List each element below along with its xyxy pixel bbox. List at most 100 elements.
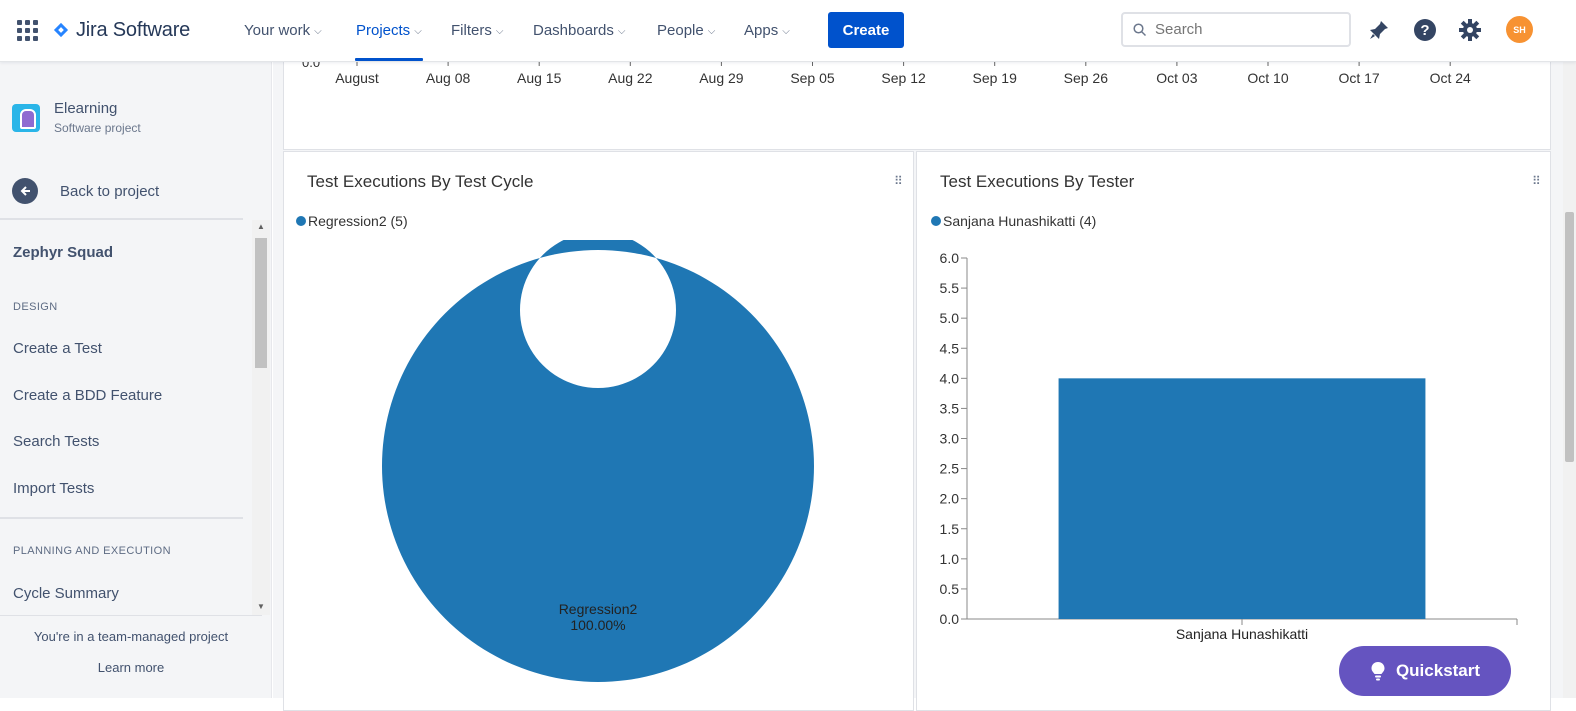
page-scrollbar[interactable] xyxy=(1563,62,1576,698)
x-tick-label: Sanjana Hunashikatti xyxy=(1176,626,1308,642)
app-switcher-icon[interactable] xyxy=(17,20,39,42)
nav-filters[interactable]: Filters ⌵ xyxy=(451,18,503,42)
top-navigation: Jira Software Your work ⌵ Projects ⌵ Filte… xyxy=(0,0,1576,62)
settings-gear-icon[interactable] xyxy=(1457,17,1483,43)
sidebar-scrollbar[interactable]: ▲ ▼ xyxy=(252,220,270,615)
dashboard-area: 0.0 August Aug 08 Aug 15 Aug 22 Aug 29 Sep 05 S… xyxy=(273,55,1576,711)
scroll-down-arrow-icon[interactable]: ▼ xyxy=(257,602,265,611)
quickstart-label: Quickstart xyxy=(1395,661,1481,680)
y-tick-label-clipped: 0.0 xyxy=(302,61,320,70)
back-to-project-link[interactable]: Back to project xyxy=(12,178,159,204)
project-avatar-icon xyxy=(12,104,40,132)
cycle-summary-link[interactable]: Cycle Summary xyxy=(13,585,119,602)
nav-dashboards[interactable]: Dashboards ⌵ xyxy=(533,18,625,42)
x-tick-label: Aug 15 xyxy=(517,70,562,86)
y-tick-label: 5.0 xyxy=(940,310,960,326)
section-planning-heading: PLANNING AND EXECUTION xyxy=(13,545,171,557)
page-scroll-thumb[interactable] xyxy=(1565,212,1574,462)
y-tick-label: 2.0 xyxy=(940,491,960,507)
create-button[interactable]: Create xyxy=(828,12,904,48)
y-tick-label: 0.5 xyxy=(940,581,960,597)
project-sidebar: Elearning Software project Back to proje… xyxy=(0,62,272,698)
drag-handle-icon[interactable]: ⠿ xyxy=(894,174,903,188)
user-avatar[interactable]: SH xyxy=(1506,16,1533,43)
search-input[interactable] xyxy=(1155,21,1335,38)
logo-text: Jira Software xyxy=(76,18,191,41)
search-box[interactable] xyxy=(1121,12,1351,47)
sidebar-divider xyxy=(0,517,243,519)
bar-0 xyxy=(1058,378,1426,619)
donut-chart: Regression2100.00% xyxy=(382,240,814,682)
zephyr-squad-heading: Zephyr Squad xyxy=(13,244,114,261)
y-tick-label: 5.5 xyxy=(940,280,960,296)
search-tests-link[interactable]: Search Tests xyxy=(13,433,99,450)
notifications-icon[interactable] xyxy=(1366,17,1392,43)
sidebar-footer-divider xyxy=(0,615,262,616)
sidebar-divider xyxy=(0,218,243,220)
slice-percent-label: 100.00% xyxy=(570,617,625,633)
executions-by-cycle-gadget: Test Executions By Test Cycle ⠿ Regressi… xyxy=(283,151,914,711)
timeline-axis: 0.0 August Aug 08 Aug 15 Aug 22 Aug 29 Sep 05 S… xyxy=(302,55,1514,86)
nav-people[interactable]: People ⌵ xyxy=(657,18,715,42)
chevron-down-icon: ⌵ xyxy=(414,25,422,37)
help-icon[interactable]: ? xyxy=(1412,17,1438,43)
nav-apps[interactable]: Apps ⌵ xyxy=(744,18,790,42)
x-tick-label: Oct 03 xyxy=(1156,70,1197,86)
legend-swatch xyxy=(296,216,306,226)
legend-label: Regression2 (5) xyxy=(308,213,408,229)
x-tick-label: Sep 26 xyxy=(1064,70,1109,86)
x-tick-label: Sep 05 xyxy=(790,70,835,86)
x-tick-label: Sep 12 xyxy=(881,70,926,86)
jira-diamond-icon xyxy=(53,22,69,38)
project-type: Software project xyxy=(54,121,141,135)
gadget-title: Test Executions By Test Cycle xyxy=(307,172,534,191)
chart-legend[interactable]: Sanjana Hunashikatti (4) xyxy=(931,213,1096,229)
chevron-down-icon: ⌵ xyxy=(314,25,322,37)
nav-filters-label: Filters xyxy=(451,21,492,39)
chart-legend[interactable]: Regression2 (5) xyxy=(296,213,408,229)
y-tick-label: 4.0 xyxy=(940,370,960,386)
drag-handle-icon[interactable]: ⠿ xyxy=(1532,174,1541,188)
scroll-up-arrow-icon[interactable]: ▲ xyxy=(257,222,265,231)
y-tick-label: 6.0 xyxy=(940,250,960,266)
y-tick-label: 3.5 xyxy=(940,400,960,416)
chevron-down-icon: ⌵ xyxy=(617,25,626,37)
y-tick-label: 3.0 xyxy=(940,431,960,447)
project-header[interactable]: Elearning Software project xyxy=(12,100,141,135)
y-tick-label: 0.0 xyxy=(940,611,960,627)
learn-more-link[interactable]: Learn more xyxy=(0,660,262,675)
nav-projects[interactable]: Projects ⌵ xyxy=(355,18,423,61)
x-tick-label: Sep 19 xyxy=(973,70,1018,86)
svg-text:?: ? xyxy=(1420,22,1429,39)
chevron-down-icon: ⌵ xyxy=(495,25,504,37)
x-tick-label: Aug 22 xyxy=(608,70,653,86)
timeline-gadget: 0.0 August Aug 08 Aug 15 Aug 22 Aug 29 Sep 05 S… xyxy=(283,55,1551,150)
y-tick-label: 1.0 xyxy=(940,551,960,567)
slice-label: Regression2 xyxy=(559,601,638,617)
create-test-link[interactable]: Create a Test xyxy=(13,340,102,357)
search-icon xyxy=(1133,22,1147,36)
chevron-down-icon: ⌵ xyxy=(707,25,716,37)
create-bdd-feature-link[interactable]: Create a BDD Feature xyxy=(13,387,162,404)
import-tests-link[interactable]: Import Tests xyxy=(13,480,94,497)
nav-your-work[interactable]: Your work ⌵ xyxy=(244,18,322,42)
jira-logo[interactable]: Jira Software xyxy=(52,17,190,43)
sidebar-scroll-thumb[interactable] xyxy=(255,238,267,368)
nav-apps-label: Apps xyxy=(744,21,779,39)
gadget-title: Test Executions By Tester xyxy=(940,172,1135,191)
section-design-heading: DESIGN xyxy=(13,301,58,313)
nav-projects-label: Projects xyxy=(356,21,411,39)
quickstart-button[interactable]: Quickstart xyxy=(1339,646,1511,696)
x-tick-label: Oct 24 xyxy=(1430,70,1471,86)
project-name: Elearning xyxy=(54,100,118,117)
legend-swatch xyxy=(931,216,941,226)
team-managed-notice: You're in a team-managed project xyxy=(33,629,229,644)
back-to-project-label: Back to project xyxy=(60,182,160,200)
bar-chart: 0.0 0.5 1.0 1.5 2.0 2.5 3.0 3.5 4.0 4.5 5.0 5.5 6.0 S… xyxy=(940,250,1518,642)
arrow-left-icon xyxy=(12,178,38,204)
y-tick-label: 1.5 xyxy=(940,521,960,537)
chevron-down-icon: ⌵ xyxy=(782,25,790,37)
nav-people-label: People xyxy=(657,21,704,39)
x-tick-label: Oct 10 xyxy=(1247,70,1288,86)
y-tick-label: 4.5 xyxy=(940,340,960,356)
